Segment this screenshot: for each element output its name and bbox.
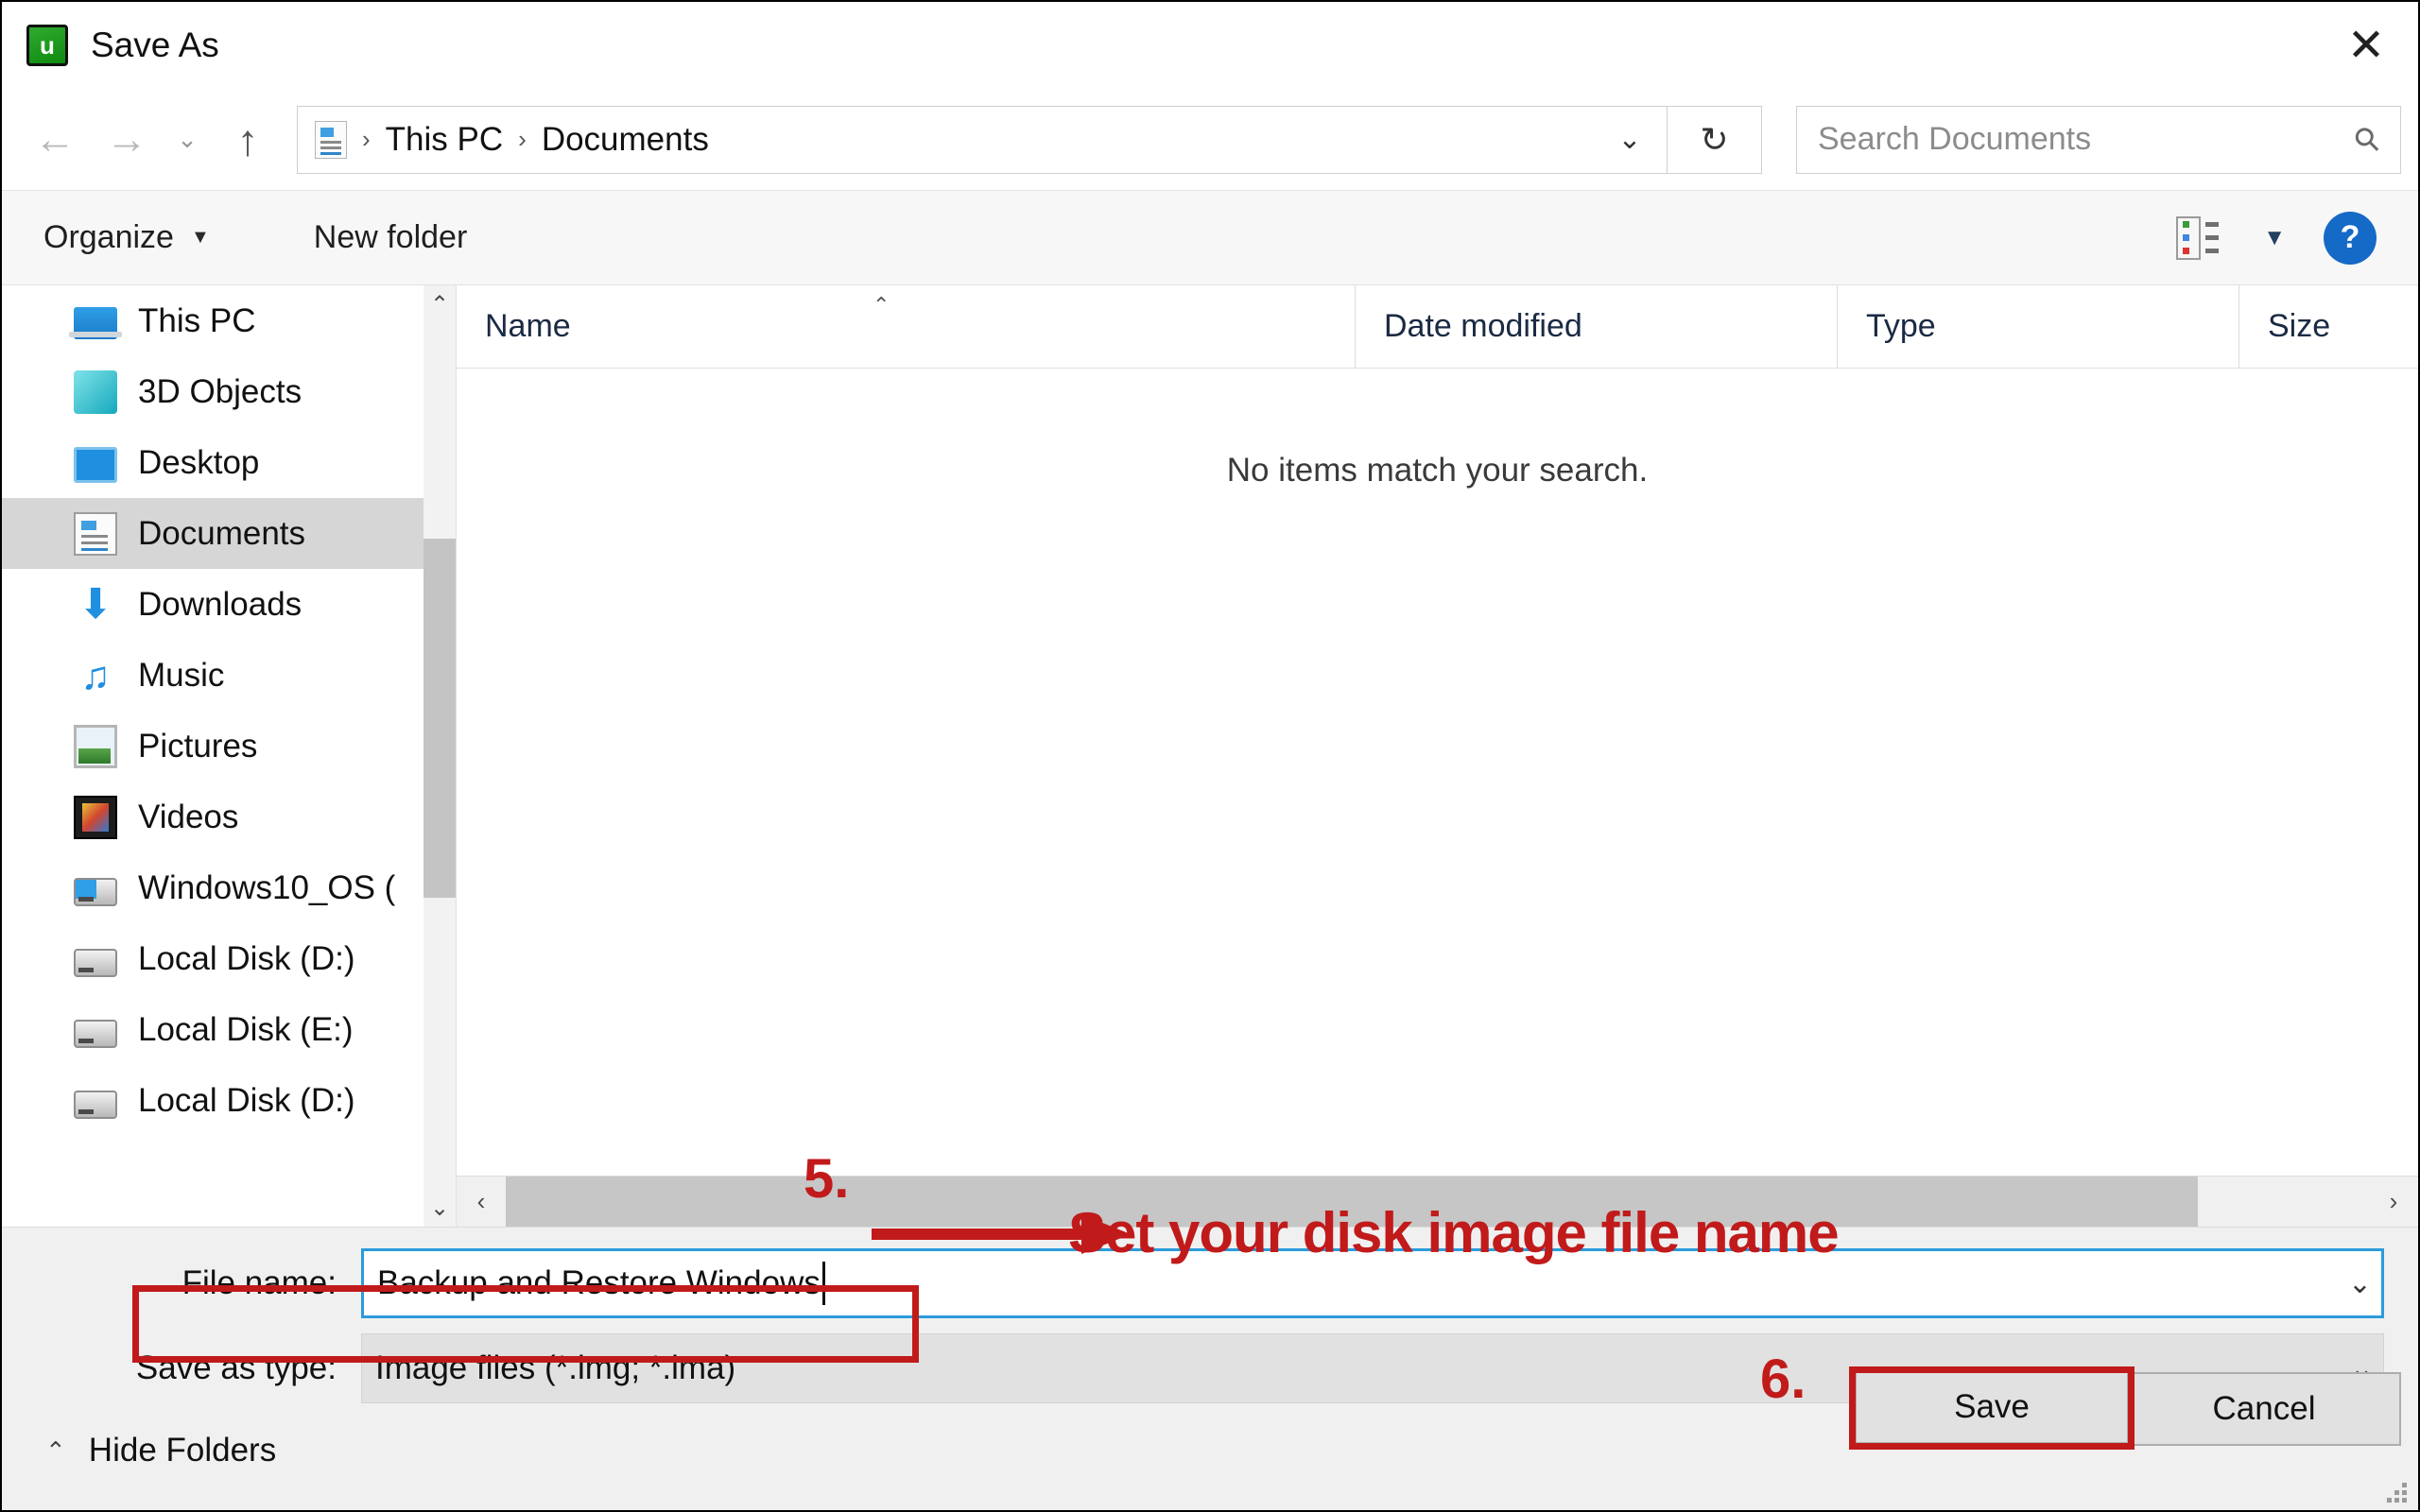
sidebar-item-local-disk-d[interactable]: Local Disk (D:) <box>2 923 456 994</box>
chevron-down-icon: ▼ <box>190 227 210 248</box>
sidebar-item-label: Documents <box>138 514 306 552</box>
dialog-body: This PC 3D Objects Desktop Documents ⬇ D… <box>2 285 2418 1228</box>
app-icon: u <box>26 25 68 66</box>
navigation-pane: This PC 3D Objects Desktop Documents ⬇ D… <box>2 285 456 1227</box>
hide-folders-button[interactable]: ⌃ Hide Folders <box>45 1432 276 1469</box>
drive-icon <box>74 948 117 977</box>
save-as-dialog: u Save As ✕ ← → ⌄ ↑ › This PC › Document… <box>0 0 2420 1512</box>
sidebar-item-label: Local Disk (E:) <box>138 1010 354 1048</box>
search-placeholder: Search Documents <box>1818 121 2092 157</box>
column-header-date-modified[interactable]: Date modified <box>1355 285 1837 368</box>
back-icon[interactable]: ← <box>19 104 91 176</box>
sidebar-item-local-disk-d-2[interactable]: Local Disk (D:) <box>2 1065 456 1136</box>
sidebar-item-this-pc[interactable]: This PC <box>2 285 456 356</box>
view-layout-icon[interactable] <box>2176 215 2225 260</box>
breadcrumb-separator: › <box>362 125 371 153</box>
sidebar-item-label: 3D Objects <box>138 372 302 410</box>
navigation-bar: ← → ⌄ ↑ › This PC › Documents ⌄ ↻ Search… <box>2 89 2418 191</box>
sidebar-item-3d-objects[interactable]: 3D Objects <box>2 356 456 427</box>
file-list[interactable]: No items match your search. <box>457 369 2418 1176</box>
file-list-pane: Name ⌃ Date modified Type Size No items … <box>456 285 2418 1228</box>
scrollbar-thumb[interactable] <box>424 539 456 898</box>
scroll-left-icon[interactable]: ‹ <box>457 1177 506 1228</box>
breadcrumb-item-this-pc[interactable]: This PC <box>386 121 503 159</box>
close-icon[interactable]: ✕ <box>2314 2 2418 89</box>
music-note-icon: ♫ <box>80 652 111 697</box>
drive-icon <box>74 1090 117 1119</box>
title-bar: u Save As ✕ <box>2 2 2418 89</box>
annotation-step-5-text: Set your disk image file name <box>1068 1201 1840 1264</box>
document-icon <box>74 511 117 556</box>
search-icon: ⚲ <box>2346 118 2389 161</box>
column-header-name[interactable]: Name ⌃ <box>457 285 1355 368</box>
windows-drive-icon <box>74 877 117 906</box>
sidebar-item-label: Pictures <box>138 727 258 765</box>
sidebar-item-label: Local Disk (D:) <box>138 1081 355 1119</box>
sidebar-item-label: Videos <box>138 798 239 835</box>
chevron-down-icon[interactable]: ⌄ <box>1593 107 1667 173</box>
sort-ascending-icon: ⌃ <box>873 293 890 317</box>
sidebar-item-local-disk-e[interactable]: Local Disk (E:) <box>2 994 456 1065</box>
annotation-step-6-number: 6. <box>1760 1349 1806 1410</box>
sidebar-item-downloads[interactable]: ⬇ Downloads <box>2 569 456 640</box>
scroll-down-icon[interactable]: ⌄ <box>424 1189 456 1227</box>
sidebar-item-videos[interactable]: Videos <box>2 782 456 852</box>
chevron-up-icon: ⌃ <box>45 1435 66 1465</box>
sidebar-item-label: Downloads <box>138 585 302 623</box>
search-input[interactable]: Search Documents ⚲ <box>1796 105 2401 174</box>
sidebar-item-label: Music <box>138 656 225 694</box>
cube-icon <box>74 369 117 414</box>
forward-icon[interactable]: → <box>91 104 163 176</box>
pc-icon <box>69 306 122 339</box>
empty-state-message: No items match your search. <box>1226 452 1649 489</box>
scroll-up-icon[interactable]: ⌃ <box>424 285 456 323</box>
annotation-step-5-number: 5. <box>804 1148 850 1210</box>
hide-folders-label: Hide Folders <box>88 1432 277 1469</box>
column-header-type[interactable]: Type <box>1837 285 2238 368</box>
sidebar-item-windows10-os[interactable]: Windows10_OS ( <box>2 852 456 923</box>
organize-button[interactable]: Organize ▼ <box>43 219 210 256</box>
sidebar-item-pictures[interactable]: Pictures <box>2 711 456 782</box>
download-arrow-icon: ⬇ <box>78 580 113 627</box>
scroll-right-icon[interactable]: › <box>2369 1177 2418 1228</box>
toolbar-right-group: ▼ ? <box>2176 211 2377 265</box>
film-icon <box>74 795 117 839</box>
up-icon[interactable]: ↑ <box>212 104 284 176</box>
resize-grip[interactable] <box>2380 1476 2407 1503</box>
cancel-button[interactable]: Cancel <box>2127 1372 2401 1446</box>
recent-locations-icon[interactable]: ⌄ <box>163 104 212 176</box>
breadcrumb-item-documents[interactable]: Documents <box>542 121 709 159</box>
sidebar-item-music[interactable]: ♫ Music <box>2 640 456 711</box>
sidebar-item-label: Local Disk (D:) <box>138 939 355 977</box>
new-folder-button[interactable]: New folder <box>314 219 468 256</box>
help-icon[interactable]: ? <box>2324 211 2377 265</box>
sidebar-item-label: Windows10_OS ( <box>138 868 396 906</box>
breadcrumb-separator: › <box>518 125 527 153</box>
refresh-icon[interactable]: ↻ <box>1668 105 1762 174</box>
sidebar-item-label: This PC <box>138 301 256 339</box>
column-header-size[interactable]: Size <box>2238 285 2418 368</box>
sidebar-scrollbar[interactable]: ⌃ ⌄ <box>424 285 456 1227</box>
page-title: Save As <box>91 26 219 64</box>
toolbar: Organize ▼ New folder ▼ ? <box>2 191 2418 285</box>
documents-folder-icon <box>315 120 347 159</box>
picture-icon <box>74 724 117 768</box>
column-headers: Name ⌃ Date modified Type Size <box>457 285 2418 369</box>
monitor-icon <box>74 446 117 483</box>
column-label: Name <box>485 308 571 344</box>
annotation-highlight-save-as-type <box>132 1285 919 1363</box>
sidebar-item-documents[interactable]: Documents <box>2 498 456 569</box>
view-options-caret-icon[interactable]: ▼ <box>2263 225 2286 251</box>
chevron-down-icon[interactable]: ⌄ <box>2348 1267 2372 1300</box>
annotation-highlight-save-button <box>1849 1366 2135 1450</box>
drive-icon <box>74 1019 117 1048</box>
organize-label: Organize <box>43 219 174 255</box>
breadcrumb[interactable]: › This PC › Documents ⌄ <box>297 105 1668 174</box>
sidebar-item-label: Desktop <box>138 443 260 481</box>
sidebar-item-desktop[interactable]: Desktop <box>2 427 456 498</box>
